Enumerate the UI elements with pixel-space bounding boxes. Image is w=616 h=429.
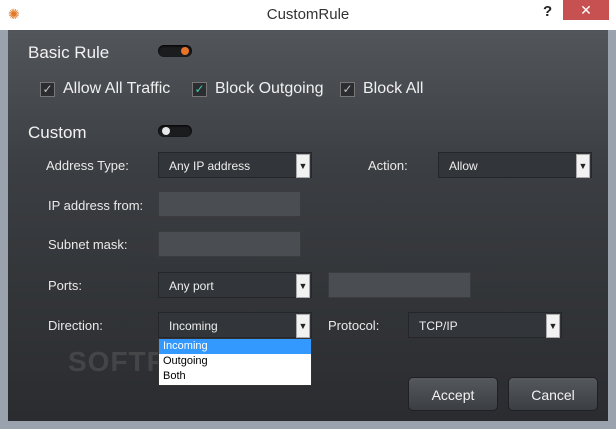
custom-toggle[interactable] <box>158 125 192 137</box>
address-type-select[interactable]: Any IP address ▼ <box>158 152 312 178</box>
window-title: CustomRule <box>266 6 350 23</box>
close-button[interactable]: ✕ <box>563 0 609 20</box>
title-bar: ✺ CustomRule ? ✕ <box>0 0 616 30</box>
protocol-value: TCP/IP <box>419 319 458 333</box>
ports-value: Any port <box>169 279 214 293</box>
checkbox-label: Block All <box>363 80 424 97</box>
direction-value: Incoming <box>169 319 218 333</box>
action-value: Allow <box>449 159 478 173</box>
protocol-select[interactable]: TCP/IP ▼ <box>408 312 562 338</box>
allow-all-traffic-checkbox[interactable]: ✓ Allow All Traffic <box>40 80 170 98</box>
chevron-down-icon: ▼ <box>576 154 590 178</box>
direction-label: Direction: <box>48 318 103 333</box>
dropdown-option-incoming[interactable]: Incoming <box>159 339 311 354</box>
toggle-knob <box>162 127 170 135</box>
chevron-down-icon: ▼ <box>296 314 310 338</box>
action-label: Action: <box>368 158 408 173</box>
direction-select[interactable]: Incoming ▼ <box>158 312 312 338</box>
window-border-left <box>0 30 8 429</box>
ip-from-label: IP address from: <box>48 198 144 213</box>
subnet-mask-label: Subnet mask: <box>48 237 128 252</box>
toggle-knob <box>181 47 189 55</box>
ports-select[interactable]: Any port ▼ <box>158 272 312 298</box>
window-border-bottom <box>0 421 616 429</box>
address-type-label: Address Type: <box>46 158 129 173</box>
dropdown-option-both[interactable]: Both <box>159 369 311 384</box>
ports-label: Ports: <box>48 278 82 293</box>
protocol-label: Protocol: <box>328 318 380 333</box>
checkbox-box: ✓ <box>340 81 355 97</box>
checkbox-box: ✓ <box>40 81 55 97</box>
direction-dropdown-list: Incoming Outgoing Both <box>158 338 312 386</box>
ip-from-input[interactable] <box>158 191 301 217</box>
chevron-down-icon: ▼ <box>296 274 310 298</box>
accept-button[interactable]: Accept <box>408 377 498 411</box>
custom-label: Custom <box>28 123 87 142</box>
basic-rule-toggle[interactable] <box>158 45 192 57</box>
help-button[interactable]: ? <box>543 3 557 20</box>
chevron-down-icon: ▼ <box>546 314 560 338</box>
dropdown-option-outgoing[interactable]: Outgoing <box>159 354 311 369</box>
block-outgoing-checkbox[interactable]: ✓ Block Outgoing <box>192 80 324 98</box>
ports-input[interactable] <box>328 272 471 298</box>
chevron-down-icon: ▼ <box>296 154 310 178</box>
checkbox-label: Block Outgoing <box>215 80 324 97</box>
checkbox-label: Allow All Traffic <box>63 80 171 97</box>
subnet-mask-input[interactable] <box>158 231 301 257</box>
action-select[interactable]: Allow ▼ <box>438 152 592 178</box>
cancel-button[interactable]: Cancel <box>508 377 598 411</box>
checkbox-box: ✓ <box>192 81 207 97</box>
window-border-right <box>608 30 616 429</box>
block-all-checkbox[interactable]: ✓ Block All <box>340 80 423 98</box>
address-type-value: Any IP address <box>169 159 251 173</box>
basic-rule-label: Basic Rule <box>28 43 110 62</box>
